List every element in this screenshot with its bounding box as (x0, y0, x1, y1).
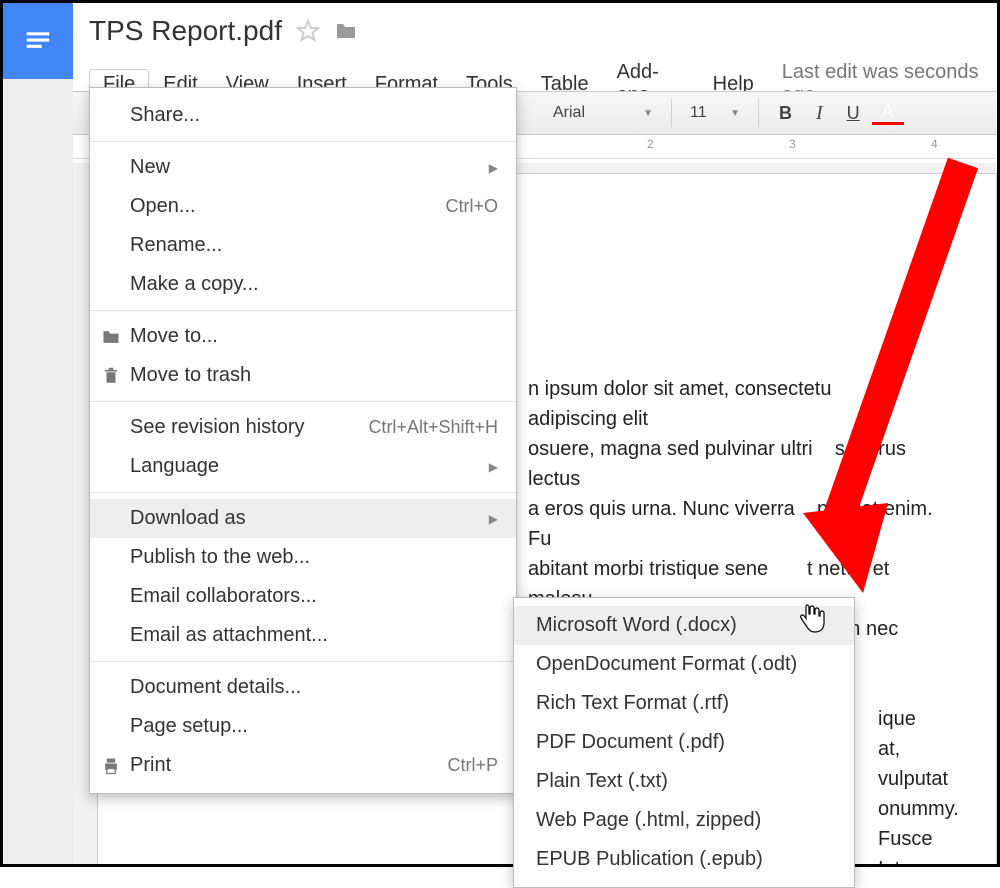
folder-icon[interactable] (334, 19, 358, 43)
font-dropdown[interactable]: Arial ▼ (543, 104, 663, 122)
caret-down-icon: ▼ (643, 108, 653, 119)
text-color-button[interactable]: A (872, 101, 904, 125)
separator (671, 99, 672, 127)
menu-page-setup[interactable]: Page setup... (90, 707, 516, 746)
submenu-docx[interactable]: Microsoft Word (.docx) (514, 606, 854, 645)
menu-move-to[interactable]: Move to... (90, 317, 516, 356)
menu-item-label: Share... (130, 104, 498, 127)
menu-make-copy[interactable]: Make a copy... (90, 265, 516, 304)
submenu-odt[interactable]: OpenDocument Format (.odt) (514, 645, 854, 684)
star-icon[interactable] (296, 19, 320, 43)
font-name: Arial (553, 104, 585, 122)
menu-download-as[interactable]: Download as▶ (90, 499, 516, 538)
menu-item-label: Move to trash (130, 364, 498, 387)
font-size-dropdown[interactable]: 11 ▼ (680, 104, 750, 122)
menu-item-label: See revision history (130, 416, 368, 439)
divider (90, 661, 516, 662)
chevron-right-icon: ▶ (489, 460, 498, 474)
submenu-txt[interactable]: Plain Text (.txt) (514, 762, 854, 801)
print-icon (100, 755, 122, 777)
shortcut: Ctrl+O (445, 196, 498, 217)
chevron-right-icon: ▶ (489, 512, 498, 526)
menu-language[interactable]: Language▶ (90, 447, 516, 486)
bold-button[interactable]: B (767, 103, 804, 124)
divider (90, 492, 516, 493)
menu-item-label: Open... (130, 195, 445, 218)
ruler-tick: 4 (931, 137, 938, 151)
font-size: 11 (690, 104, 707, 122)
menu-item-label: Page setup... (130, 715, 498, 738)
menu-publish[interactable]: Publish to the web... (90, 538, 516, 577)
divider (90, 401, 516, 402)
menu-move-trash[interactable]: Move to trash (90, 356, 516, 395)
menu-item-label: Document details... (130, 676, 498, 699)
menu-open[interactable]: Open...Ctrl+O (90, 187, 516, 226)
docs-logo-icon (21, 26, 55, 56)
menu-item-label: Print (130, 754, 447, 777)
menu-new[interactable]: New▶ (90, 148, 516, 187)
left-gutter (3, 79, 73, 864)
menu-share[interactable]: Share... (90, 96, 516, 135)
menu-rename[interactable]: Rename... (90, 226, 516, 265)
download-as-submenu: Microsoft Word (.docx) OpenDocument Form… (513, 597, 855, 888)
submenu-html[interactable]: Web Page (.html, zipped) (514, 801, 854, 840)
menu-item-label: Move to... (130, 325, 498, 348)
caret-down-icon: ▼ (730, 108, 740, 119)
ruler-tick: 2 (647, 137, 654, 151)
document-title[interactable]: TPS Report.pdf (89, 15, 282, 47)
shortcut: Ctrl+P (447, 755, 498, 776)
menu-item-label: Download as (130, 507, 489, 530)
chevron-right-icon: ▶ (489, 161, 498, 175)
submenu-epub[interactable]: EPUB Publication (.epub) (514, 840, 854, 879)
menu-email-attach[interactable]: Email as attachment... (90, 616, 516, 655)
menu-item-label: Rename... (130, 234, 498, 257)
divider (90, 141, 516, 142)
divider (90, 310, 516, 311)
submenu-rtf[interactable]: Rich Text Format (.rtf) (514, 684, 854, 723)
menu-item-label: Email collaborators... (130, 585, 498, 608)
folder-icon (100, 326, 122, 348)
menu-item-label: Language (130, 455, 489, 478)
italic-button[interactable]: I (804, 102, 835, 125)
docs-home-button[interactable] (3, 3, 73, 79)
menu-item-label: Publish to the web... (130, 546, 498, 569)
ruler-tick: 3 (789, 137, 796, 151)
trash-icon (100, 365, 122, 387)
submenu-pdf[interactable]: PDF Document (.pdf) (514, 723, 854, 762)
menu-item-label: Email as attachment... (130, 624, 498, 647)
file-menu-dropdown: Share... New▶ Open...Ctrl+O Rename... Ma… (89, 87, 517, 794)
menu-doc-details[interactable]: Document details... (90, 668, 516, 707)
separator (758, 99, 759, 127)
menu-print[interactable]: PrintCtrl+P (90, 746, 516, 785)
menu-item-label: New (130, 156, 489, 179)
menu-email-collab[interactable]: Email collaborators... (90, 577, 516, 616)
menu-item-label: Make a copy... (130, 273, 498, 296)
underline-button[interactable]: U (835, 103, 872, 124)
shortcut: Ctrl+Alt+Shift+H (368, 417, 498, 438)
menu-revision[interactable]: See revision historyCtrl+Alt+Shift+H (90, 408, 516, 447)
